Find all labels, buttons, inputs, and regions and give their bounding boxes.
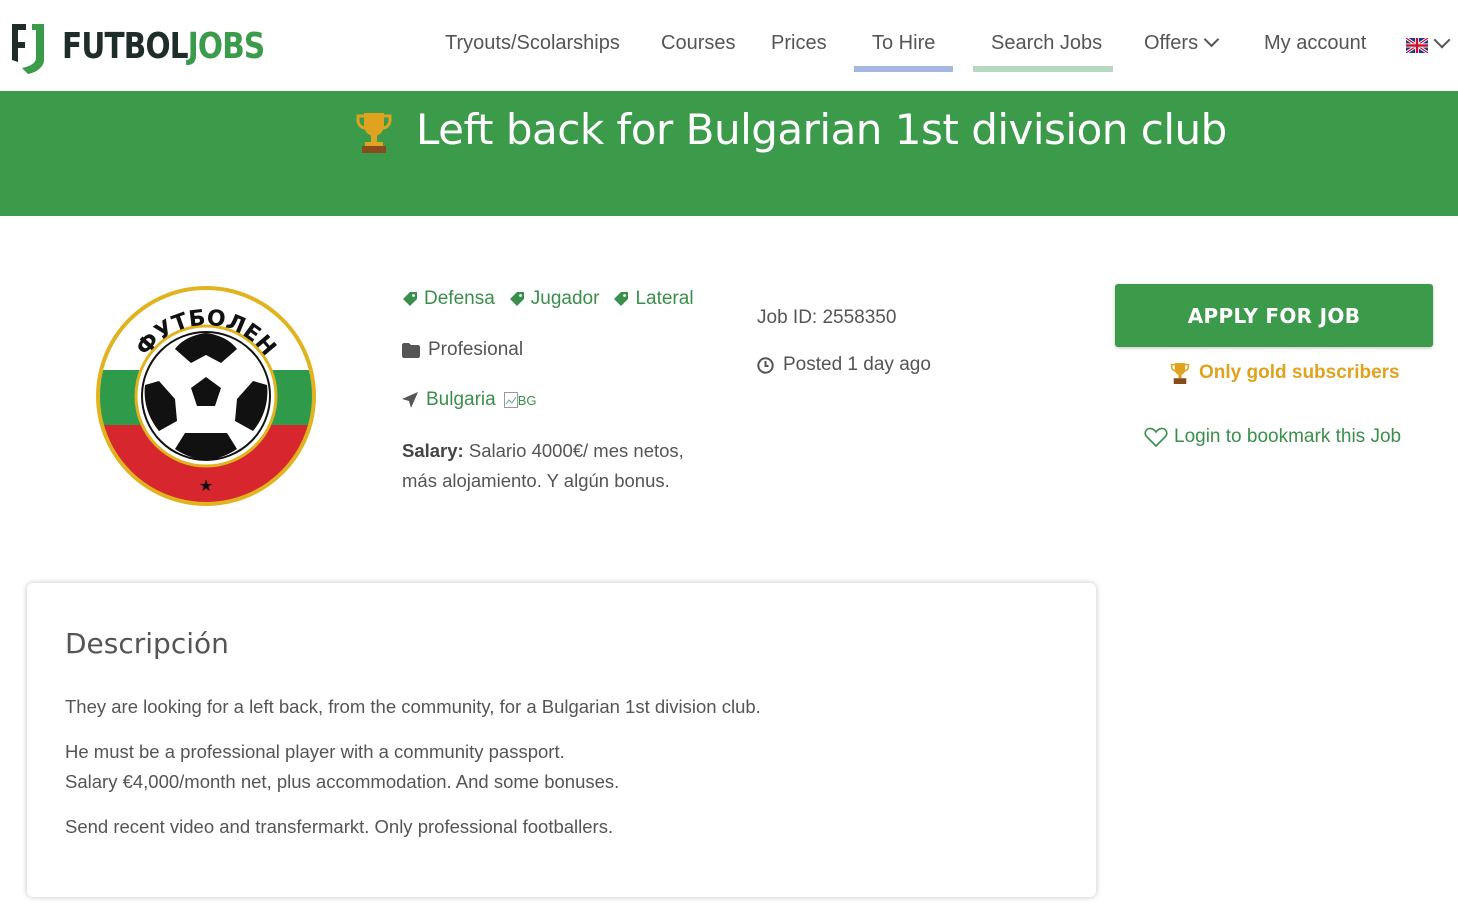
description-paragraph: He must be a professional player with a … [65, 741, 565, 762]
chevron-down-icon [1203, 31, 1220, 48]
logo-text-jobs: JOBS [187, 26, 265, 67]
bookmark-label: Login to bookmark this Job [1174, 426, 1402, 447]
nav-to-hire[interactable]: To Hire [872, 32, 935, 55]
logo-text-futbol: FUTBOL [62, 26, 189, 67]
description-card: Descripción They are looking for a left … [27, 583, 1096, 897]
job-location[interactable]: Bulgaria BG [402, 389, 537, 411]
job-posted: Posted 1 day ago [757, 354, 931, 376]
job-id: Job ID: 2558350 [757, 307, 897, 328]
location-arrow-icon [402, 392, 418, 408]
nav-search-jobs-underline [973, 66, 1113, 72]
trophy-icon [356, 113, 392, 153]
tag-icon [509, 292, 524, 306]
logo-text: FUTBOLJOBS [62, 26, 265, 67]
tag-lateral[interactable]: Lateral [613, 288, 694, 310]
job-category-label: Profesional [428, 339, 524, 360]
gold-subscribers-note: Only gold subscribers [1170, 362, 1400, 384]
description-paragraph: Send recent video and transfermarkt. Onl… [65, 816, 614, 837]
nav-offers[interactable]: Offers [1144, 31, 1220, 55]
gold-subscribers-label: Only gold subscribers [1199, 362, 1400, 383]
job-category: Profesional [402, 339, 523, 361]
salary-value: Salario 4000€/ mes netos, [468, 440, 684, 461]
apply-for-job-button[interactable]: APPLY FOR JOB [1115, 284, 1433, 347]
nav-tryouts[interactable]: Tryouts/Scolarships [445, 32, 620, 55]
uk-flag-icon[interactable] [1406, 38, 1428, 53]
flag-alt-text: BG [517, 393, 537, 408]
tag-icon [403, 292, 417, 306]
salary-label: Salary: [402, 440, 464, 461]
tag-label: Jugador [530, 288, 600, 309]
tag-jugador[interactable]: Jugador [509, 288, 600, 310]
heart-icon [1144, 427, 1168, 448]
gold-trophy-icon [1170, 363, 1190, 384]
description-heading: Descripción [65, 627, 229, 660]
tag-icon [614, 292, 629, 306]
nav-search-jobs[interactable]: Search Jobs [991, 32, 1102, 55]
page-title: Left back for Bulgarian 1st division clu… [416, 105, 1227, 154]
description-paragraph: They are looking for a left back, from t… [65, 696, 761, 717]
salary-value-line2: más alojamiento. Y algún bonus. [402, 470, 670, 491]
broken-image-icon [503, 392, 518, 408]
language-chevron-down-icon[interactable] [1433, 31, 1451, 49]
tag-defensa[interactable]: Defensa [402, 288, 495, 310]
nav-prices[interactable]: Prices [771, 32, 827, 55]
tag-label: Lateral [635, 288, 694, 309]
login-bookmark-link[interactable]: Login to bookmark this Job [1144, 426, 1401, 448]
job-location-label: Bulgaria [426, 389, 496, 410]
site-logo[interactable]: FUTBOLJOBS [8, 20, 309, 74]
club-crest-logo: ФУТБОЛЕН ★ [96, 286, 316, 506]
job-tags: Defensa Jugador Lateral [402, 288, 694, 310]
posted-label: Posted 1 day ago [783, 354, 931, 375]
fj-logo-icon [12, 24, 44, 74]
folder-icon [402, 342, 420, 358]
svg-text:★: ★ [199, 478, 213, 495]
nav-offers-label: Offers [1144, 32, 1199, 54]
nav-my-account[interactable]: My account [1264, 32, 1366, 55]
job-salary: Salary: Salario 4000€/ mes netos, más al… [402, 436, 722, 496]
tag-label: Defensa [424, 288, 495, 309]
clock-icon [757, 356, 774, 374]
nav-courses[interactable]: Courses [661, 32, 735, 55]
description-paragraph: Salary €4,000/month net, plus accommodat… [65, 771, 620, 792]
job-title-banner: Left back for Bulgarian 1st division clu… [0, 91, 1458, 216]
nav-to-hire-underline [854, 66, 953, 72]
site-header: FUTBOLJOBS Tryouts/Scolarships Courses P… [0, 0, 1458, 91]
broken-flag-image: BG [503, 392, 537, 408]
